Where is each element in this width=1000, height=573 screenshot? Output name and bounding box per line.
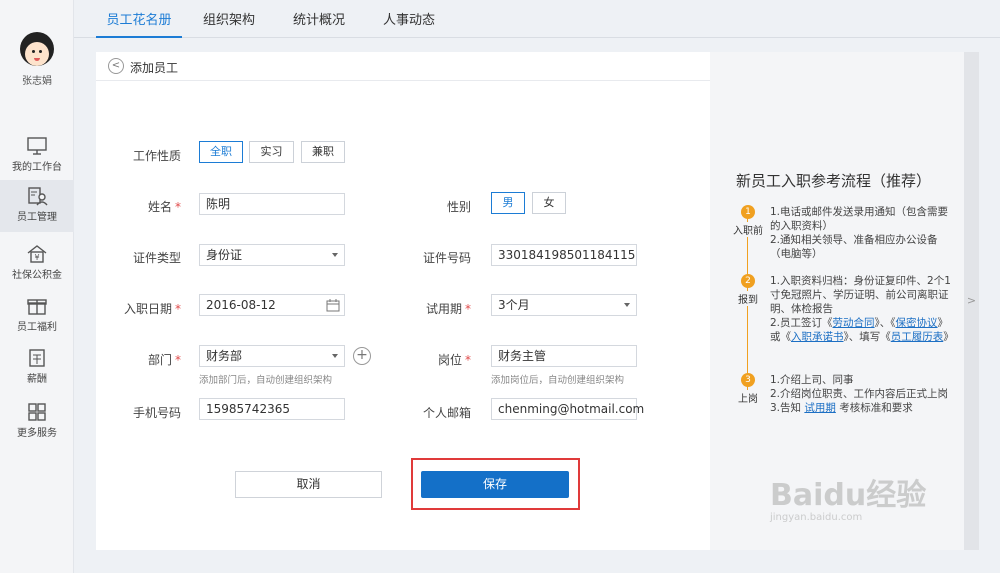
user-profile[interactable]: 张志娟: [0, 32, 74, 87]
position-input[interactable]: 财务主管: [491, 345, 637, 367]
probation-label: 试用期 *: [425, 302, 471, 316]
name-input[interactable]: 陈明: [199, 193, 345, 215]
tab-statistics[interactable]: 统计概况: [284, 0, 354, 38]
panel-header: < 添加员工: [96, 52, 710, 81]
sidebar-item-label: 更多服务: [17, 428, 57, 439]
work-type-intern[interactable]: 实习: [249, 141, 294, 163]
email-input[interactable]: chenming@hotmail.com: [491, 398, 644, 420]
sidebar-item-label: 薪酬: [27, 374, 47, 385]
wallet-icon: [29, 349, 45, 367]
onboarding-pledge-link[interactable]: 入职承诺书: [791, 331, 844, 343]
gift-icon: [27, 299, 47, 315]
department-hint: 添加部门后，自动创建组织架构: [199, 375, 333, 386]
id-number-input[interactable]: 330184198501184115: [491, 244, 637, 266]
tab-hr-news[interactable]: 人事动态: [374, 0, 444, 38]
email-label: 个人邮箱: [422, 406, 471, 420]
position-hint: 添加岗位后，自动创建组织架构: [491, 375, 625, 386]
position-label: 岗位 *: [437, 353, 471, 367]
probation-select[interactable]: 3个月: [491, 294, 637, 316]
grid-icon: [28, 403, 46, 421]
step-3: 3 上岗: [730, 373, 766, 405]
step-1: 1 入职前: [730, 205, 766, 237]
gender-male[interactable]: 男: [491, 192, 525, 214]
step-1-text: 1.电话或邮件发送录用通知（包含需要的入职资料） 2.通知相关领导、准备相应办公…: [770, 206, 949, 260]
sidebar-item-workbench[interactable]: 我的工作台: [0, 130, 74, 182]
house-yen-icon: ¥: [27, 245, 47, 263]
sidebar-item-more-services[interactable]: 更多服务: [0, 396, 74, 448]
monitor-icon: [27, 137, 47, 155]
probation-link[interactable]: 试用期: [804, 402, 836, 414]
add-department-icon[interactable]: +: [353, 347, 371, 365]
sidebar-item-social-security[interactable]: ¥ 社保公积金: [0, 238, 74, 290]
sidebar-item-benefits[interactable]: 员工福利: [0, 290, 74, 342]
save-button[interactable]: 保存: [421, 471, 569, 498]
sidebar-item-label: 员工福利: [17, 322, 57, 333]
tab-org-structure[interactable]: 组织架构: [194, 0, 264, 38]
step-2: 2 报到: [730, 274, 766, 306]
svg-text:¥: ¥: [34, 253, 39, 262]
top-tabs: 员工花名册 组织架构 统计概况 人事动态: [74, 0, 1000, 38]
tab-employee-roster[interactable]: 员工花名册: [96, 0, 182, 38]
id-type-select[interactable]: 身份证: [199, 244, 345, 266]
baidu-watermark: Baidu经验 jingyan.baidu.com: [770, 478, 927, 523]
id-type-label: 证件类型: [132, 251, 181, 265]
id-number-label: 证件号码: [422, 251, 471, 265]
phone-label: 手机号码: [132, 406, 181, 420]
calendar-icon[interactable]: [326, 298, 340, 312]
back-icon[interactable]: <: [108, 58, 124, 74]
chevron-right-icon: >: [966, 294, 977, 307]
hire-date-input[interactable]: 2016-08-12: [199, 294, 345, 316]
guide-title: 新员工入职参考流程（推荐）: [736, 172, 932, 190]
department-label: 部门 *: [147, 353, 181, 367]
gender-label: 性别: [446, 200, 471, 214]
department-select[interactable]: 财务部: [199, 345, 345, 367]
name-label: 姓名 *: [147, 200, 181, 214]
add-employee-panel: < 添加员工 工作性质 全职 实习 兼职 姓名 * 陈明 性别 男 女 证件类型 …: [96, 52, 710, 550]
work-type-parttime[interactable]: 兼职: [301, 141, 345, 163]
employee-resume-link[interactable]: 员工履历表: [891, 331, 944, 343]
work-type-fulltime[interactable]: 全职: [199, 141, 243, 163]
sidebar-item-label: 社保公积金: [12, 270, 62, 281]
sidebar-item-salary[interactable]: 薪酬: [0, 342, 74, 394]
sidebar-item-label: 我的工作台: [12, 162, 62, 173]
cancel-button[interactable]: 取消: [235, 471, 382, 498]
sidebar-item-employee-management[interactable]: 员工管理: [0, 180, 74, 232]
phone-input[interactable]: 15985742365: [199, 398, 345, 420]
nda-link[interactable]: 保密协议: [896, 317, 938, 329]
collapse-panel-toggle[interactable]: >: [964, 52, 979, 550]
employee-icon: [28, 187, 48, 206]
hire-date-label: 入职日期 *: [123, 302, 181, 316]
page-title: 添加员工: [130, 61, 179, 75]
avatar[interactable]: [20, 32, 54, 66]
sidebar: 张志娟 我的工作台 员工管理 ¥ 社保公积金 员工福利 薪酬 更多服务: [0, 0, 74, 573]
user-name: 张志娟: [22, 76, 52, 87]
gender-female[interactable]: 女: [532, 192, 566, 214]
step-3-text: 1.介绍上司、同事 2.介绍岗位职责、工作内容后正式上岗 3.告知 试用期 考核…: [770, 374, 949, 414]
sidebar-item-label: 员工管理: [17, 212, 57, 223]
labor-contract-link[interactable]: 劳动合同: [833, 317, 875, 329]
work-type-label: 工作性质: [132, 149, 181, 163]
step-2-text: 1.入职资料归档：身份证复印件、2个1寸免冠照片、学历证明、前公司离职证明、体检…: [770, 275, 954, 343]
